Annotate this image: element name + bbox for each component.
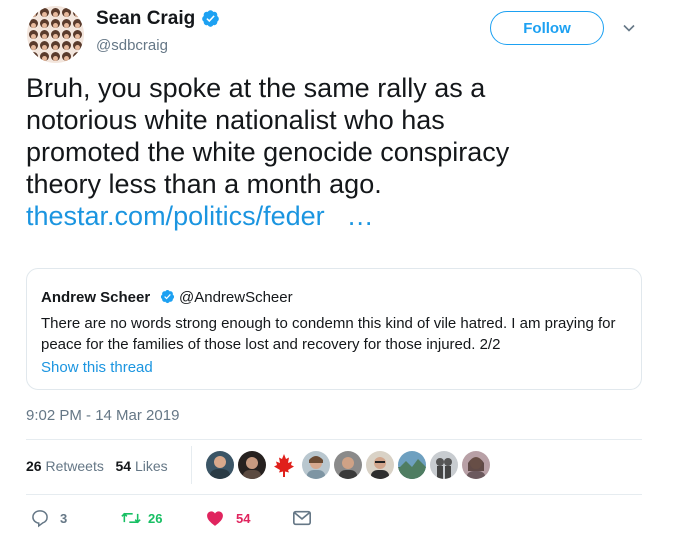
avatar-pattern-face (73, 30, 82, 39)
avatar-pattern-face (73, 19, 82, 28)
retweet-count: 26 (148, 510, 163, 526)
avatar-pattern-face (51, 19, 60, 28)
avatar-pattern-face (73, 41, 82, 50)
engagement-stats: 26 Retweets 54 Likes (26, 458, 168, 474)
author-avatar[interactable] (27, 6, 84, 63)
liker-avatar[interactable] (430, 451, 458, 479)
retweet-action[interactable]: 26 (120, 508, 162, 528)
liker-avatar[interactable] (206, 451, 234, 479)
liker-avatar[interactable] (238, 451, 266, 479)
avatar-pattern-face (62, 52, 71, 61)
quoted-tweet-text: There are no words strong enough to cond… (41, 315, 616, 353)
quoted-author-handle[interactable]: @AndrewScheer (179, 289, 293, 306)
avatar-pattern-face (51, 8, 60, 17)
liker-avatar[interactable] (334, 451, 362, 479)
author-name[interactable]: Sean Craig (96, 8, 195, 30)
tweet-text: Bruh, you spoke at the same rally as a n… (26, 72, 646, 232)
liker-avatar[interactable] (398, 451, 426, 479)
envelope-icon (293, 510, 311, 526)
divider (26, 494, 642, 495)
direct-message-action[interactable] (291, 508, 313, 528)
avatar-pattern-face (51, 30, 60, 39)
avatar-pattern-face (40, 30, 49, 39)
avatar-pattern-face (62, 30, 71, 39)
avatar-pattern-face (51, 52, 60, 61)
reply-action[interactable]: 3 (30, 508, 67, 528)
retweets-stat[interactable]: 26 Retweets (26, 458, 104, 474)
tweet-link[interactable]: thestar.com/politics/feder (26, 201, 325, 231)
tweet-text-line: theory less than a month ago. (26, 169, 382, 199)
maple-leaf-avatar[interactable] (270, 451, 298, 479)
verified-badge-icon (202, 10, 219, 27)
verified-badge-icon (160, 289, 175, 304)
like-action[interactable]: 54 (205, 508, 250, 528)
quoted-tweet[interactable]: Andrew Scheer @AndrewScheer There are no… (26, 268, 642, 390)
retweet-icon (121, 512, 141, 524)
reply-icon (32, 510, 48, 528)
avatar-pattern-face (29, 19, 38, 28)
avatar-pattern-face (40, 8, 49, 17)
avatar-pattern-face (73, 8, 82, 17)
divider (26, 439, 642, 440)
reply-count: 3 (60, 510, 68, 526)
avatar-pattern-face (73, 52, 82, 61)
liker-avatar[interactable] (462, 451, 490, 479)
liker-avatar[interactable] (302, 451, 330, 479)
quoted-author-name[interactable]: Andrew Scheer (41, 289, 150, 306)
avatar-pattern-face (40, 41, 49, 50)
stats-separator (191, 446, 192, 484)
avatar-pattern-face (29, 41, 38, 50)
likes-count: 54 (115, 458, 132, 474)
follow-button[interactable]: Follow (490, 11, 604, 45)
tweet-text-line: notorious white nationalist who has (26, 105, 445, 135)
author-handle[interactable]: @sdbcraig (96, 37, 168, 54)
avatar-pattern-face (40, 19, 49, 28)
avatar-pattern-face (29, 52, 38, 61)
show-thread-link[interactable]: Show this thread (41, 359, 153, 376)
chevron-down-icon[interactable] (622, 21, 636, 35)
avatar-pattern-face (29, 30, 38, 39)
avatar-pattern-face (40, 52, 49, 61)
tweet-link-line: thestar.com/politics/feder … (26, 200, 646, 232)
likes-stat[interactable]: 54 Likes (116, 458, 168, 474)
avatar-pattern-face (62, 8, 71, 17)
avatar-pattern-face (62, 19, 71, 28)
retweets-count: 26 (26, 458, 42, 474)
tweet-timestamp[interactable]: 9:02 PM - 14 Mar 2019 (26, 407, 179, 424)
like-count: 54 (236, 510, 251, 526)
heart-icon (207, 511, 223, 526)
avatar-pattern-face (51, 41, 60, 50)
tweet-text-line: promoted the white genocide conspiracy (26, 137, 510, 167)
retweets-label: Retweets (45, 458, 104, 474)
liker-avatar[interactable] (366, 451, 394, 479)
link-ellipsis[interactable]: … (347, 201, 374, 231)
avatar-pattern-face (29, 8, 38, 17)
tweet-text-line: Bruh, you spoke at the same rally as a (26, 73, 486, 103)
avatar-pattern-face (62, 41, 71, 50)
likes-label: Likes (134, 458, 168, 474)
